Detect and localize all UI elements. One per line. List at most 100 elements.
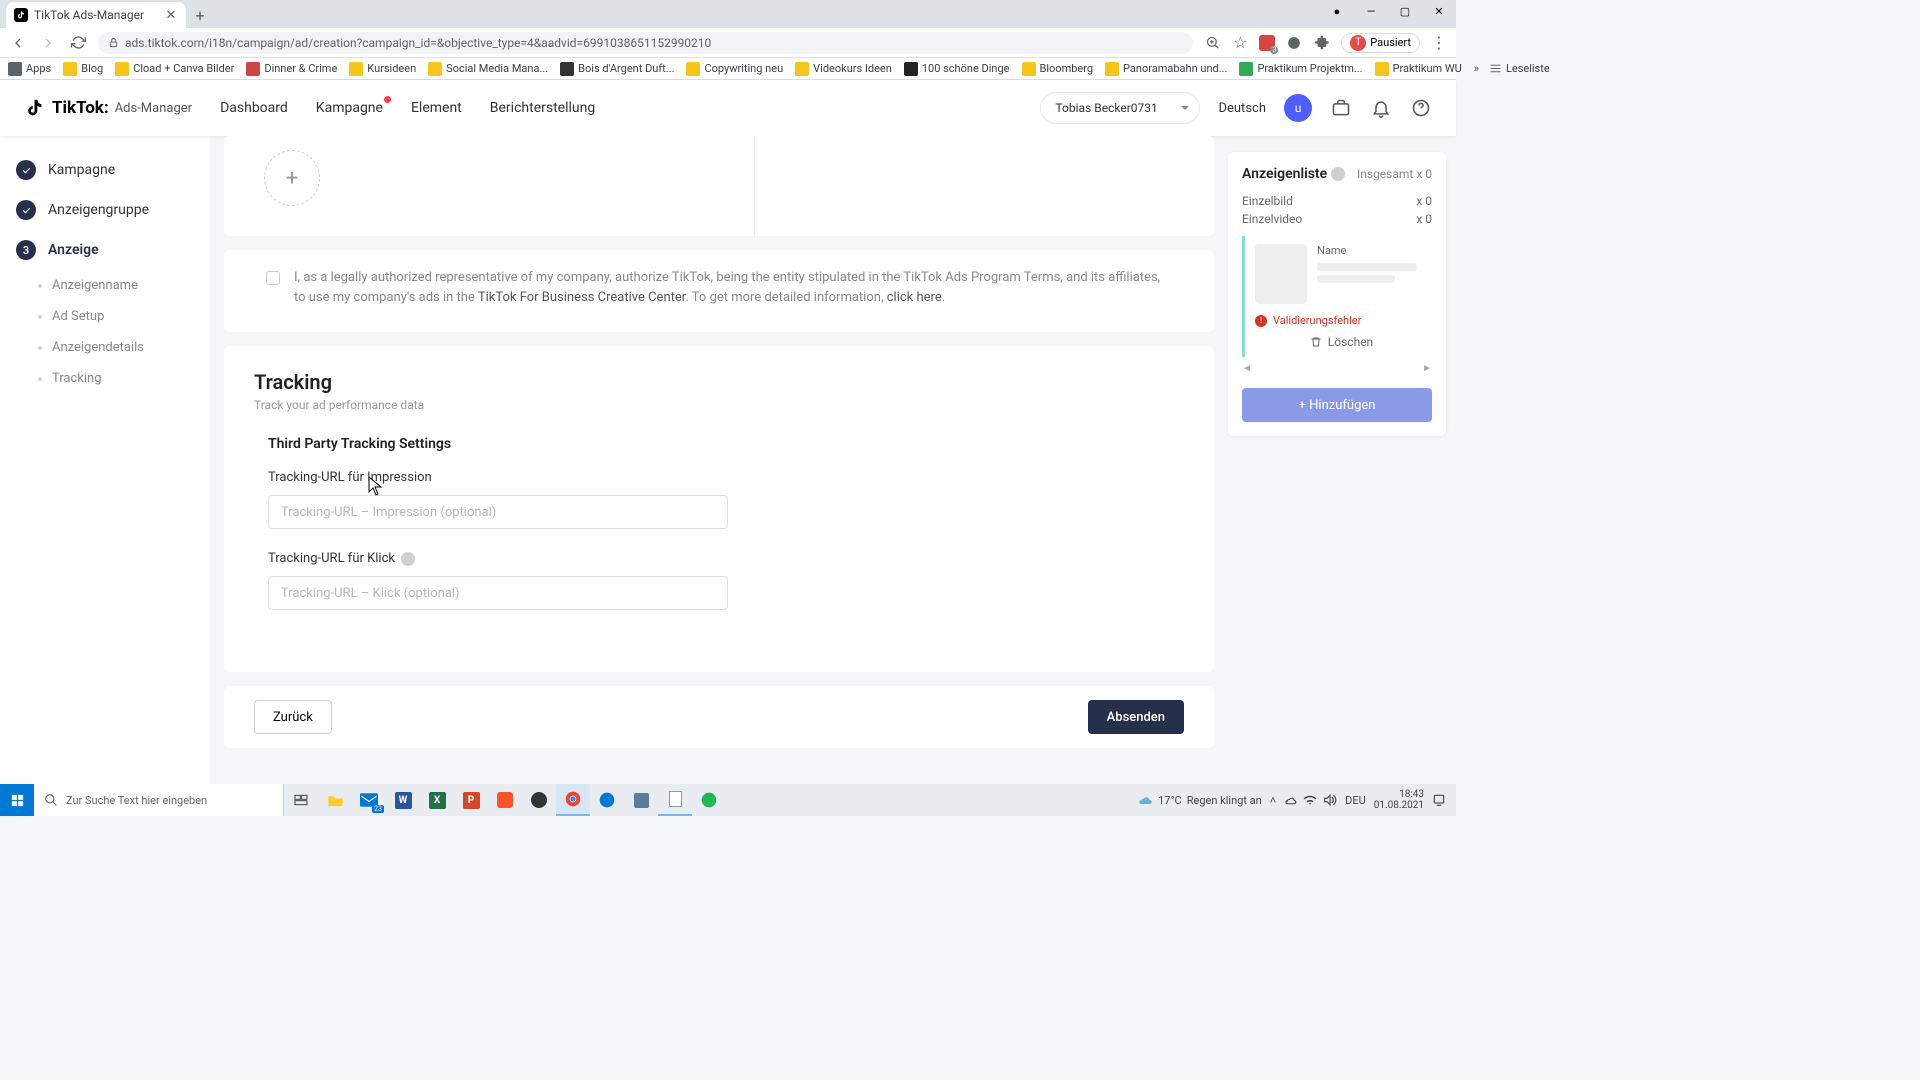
click-url-input[interactable] <box>268 576 728 610</box>
mail-icon[interactable]: 23 <box>352 784 386 816</box>
language-selector[interactable]: Deutsch <box>1218 101 1266 116</box>
bookmark-item[interactable]: Cload + Canva Bilder <box>115 62 234 76</box>
notepad-icon[interactable] <box>658 784 692 816</box>
bookmark-item[interactable]: Praktikum Projektm... <box>1239 62 1362 76</box>
account-dot-icon[interactable]: ● <box>1320 0 1354 22</box>
maximize-icon[interactable]: ▢ <box>1388 0 1422 22</box>
info-icon[interactable] <box>401 552 415 566</box>
star-icon[interactable]: ☆ <box>1231 34 1249 52</box>
substep-tracking[interactable]: Tracking <box>0 363 210 394</box>
extensions-icon[interactable] <box>1313 34 1331 52</box>
delete-button[interactable]: Löschen <box>1255 335 1428 349</box>
nav-dashboard[interactable]: Dashboard <box>220 100 288 116</box>
brave-icon[interactable] <box>488 784 522 816</box>
address-bar[interactable]: ads.tiktok.com/i18n/campaign/ad/creation… <box>98 32 1193 54</box>
name-column-label: Name <box>1317 244 1428 257</box>
minimize-icon[interactable]: — <box>1354 0 1388 22</box>
excel-icon[interactable]: X <box>420 784 454 816</box>
step-anzeigengruppe[interactable]: Anzeigengruppe <box>0 190 210 230</box>
click-here-link[interactable]: click here <box>887 290 942 305</box>
stat-einzelvideo: Einzelvideox 0 <box>1242 212 1432 226</box>
account-selector[interactable]: Tobias Becker0731 <box>1040 92 1200 124</box>
back-icon[interactable] <box>8 33 28 53</box>
submit-button[interactable]: Absenden <box>1088 700 1184 734</box>
tray-chevron-icon[interactable]: ˄ <box>1270 794 1276 807</box>
chrome-icon[interactable] <box>556 784 590 816</box>
back-button[interactable]: Zurück <box>254 700 332 734</box>
keyboard-lang[interactable]: DEU <box>1345 794 1366 807</box>
tiktok-logo[interactable]: TikTok:Ads-Manager <box>24 97 192 119</box>
nav-element[interactable]: Element <box>411 100 462 116</box>
folder-icon <box>63 62 77 76</box>
consent-checkbox[interactable] <box>266 271 280 285</box>
bookmark-item[interactable]: Kursideen <box>349 62 416 76</box>
info-icon[interactable] <box>1331 167 1345 181</box>
explorer-icon[interactable] <box>318 784 352 816</box>
panel-title: Anzeigenliste <box>1242 166 1345 182</box>
bookmarks-overflow-icon[interactable]: » <box>1474 62 1479 75</box>
impression-url-input[interactable] <box>268 495 728 529</box>
add-media-button[interactable]: + <box>264 150 320 206</box>
windows-search[interactable]: Zur Suche Text hier eingeben <box>34 784 284 816</box>
app-icon[interactable] <box>624 784 658 816</box>
add-ad-button[interactable]: + Hinzufügen <box>1242 388 1432 422</box>
bookmark-item[interactable]: Praktikum WU <box>1375 62 1462 76</box>
new-tab-button[interactable]: + <box>186 2 214 28</box>
bookmark-item[interactable]: Bois d'Argent Duft... <box>560 62 674 76</box>
bell-icon[interactable] <box>1370 97 1392 119</box>
site-icon <box>904 62 918 76</box>
folder-icon <box>349 62 363 76</box>
onedrive-icon[interactable] <box>1284 794 1297 807</box>
wifi-icon[interactable] <box>1303 794 1317 806</box>
start-button[interactable] <box>0 784 34 816</box>
close-tab-icon[interactable]: ✕ <box>164 8 178 22</box>
horizontal-scroll-indicator[interactable]: ◄► <box>1242 363 1432 374</box>
spotify-icon[interactable] <box>692 784 726 816</box>
word-icon[interactable]: W <box>386 784 420 816</box>
substep-anzeigenname[interactable]: Anzeigenname <box>0 270 210 301</box>
browser-tab[interactable]: TikTok Ads-Manager ✕ <box>6 2 186 28</box>
substep-adsetup[interactable]: Ad Setup <box>0 301 210 332</box>
nav-berichterstellung[interactable]: Berichterstellung <box>490 100 595 116</box>
volume-icon[interactable] <box>1323 794 1337 806</box>
user-avatar[interactable]: u <box>1284 94 1312 122</box>
help-icon[interactable] <box>1410 97 1432 119</box>
close-window-icon[interactable]: ✕ <box>1422 0 1456 22</box>
apps-bookmark[interactable]: Apps <box>8 62 51 76</box>
step-kampagne[interactable]: Kampagne <box>0 150 210 190</box>
bookmark-item[interactable]: 100 schöne Dinge <box>904 62 1010 76</box>
nav-kampagne[interactable]: Kampagne <box>316 100 383 116</box>
weather-widget[interactable]: 17°C Regen klingt an <box>1137 792 1262 808</box>
site-icon <box>246 62 260 76</box>
ad-list-item[interactable]: Name <box>1255 244 1428 304</box>
reading-list-button[interactable]: Leseliste <box>1489 62 1550 75</box>
notifications-icon[interactable] <box>1432 793 1446 807</box>
edge-icon[interactable] <box>590 784 624 816</box>
task-view-icon[interactable] <box>284 784 318 816</box>
extension-status-badge[interactable]: T Pausiert <box>1341 33 1420 53</box>
bookmark-item[interactable]: Social Media Mana... <box>428 62 548 76</box>
bookmark-item[interactable]: Bloomberg <box>1022 62 1094 76</box>
ad-thumbnail <box>1255 244 1307 304</box>
cloud-icon <box>1137 792 1153 808</box>
bookmark-item[interactable]: Dinner & Crime <box>246 62 337 76</box>
bookmark-item[interactable]: Blog <box>63 62 103 76</box>
ext2-icon[interactable] <box>1285 34 1303 52</box>
menu-icon[interactable]: ⋮ <box>1430 34 1448 52</box>
ext1-icon[interactable]: 3 <box>1259 35 1275 51</box>
bookmark-item[interactable]: Videokurs Ideen <box>795 62 892 76</box>
creative-center-link[interactable]: TikTok For Business Creative Center <box>478 290 686 305</box>
powerpoint-icon[interactable]: P <box>454 784 488 816</box>
bookmark-item[interactable]: Panoramabahn und... <box>1105 62 1227 76</box>
briefcase-icon[interactable] <box>1330 97 1352 119</box>
reload-icon[interactable] <box>68 33 88 53</box>
check-icon <box>16 200 36 220</box>
bookmark-item[interactable]: Copywriting neu <box>686 62 783 76</box>
url-text: ads.tiktok.com/i18n/campaign/ad/creation… <box>125 36 711 50</box>
substep-anzeigendetails[interactable]: Anzeigendetails <box>0 332 210 363</box>
ad-list-panel: Anzeigenliste Insgesamt x 0 Einzelbildx … <box>1228 152 1446 436</box>
step-anzeige[interactable]: 3 Anzeige <box>0 230 210 270</box>
zoom-icon[interactable] <box>1203 34 1221 52</box>
system-clock[interactable]: 18:43 01.08.2021 <box>1374 789 1424 812</box>
obs-icon[interactable] <box>522 784 556 816</box>
